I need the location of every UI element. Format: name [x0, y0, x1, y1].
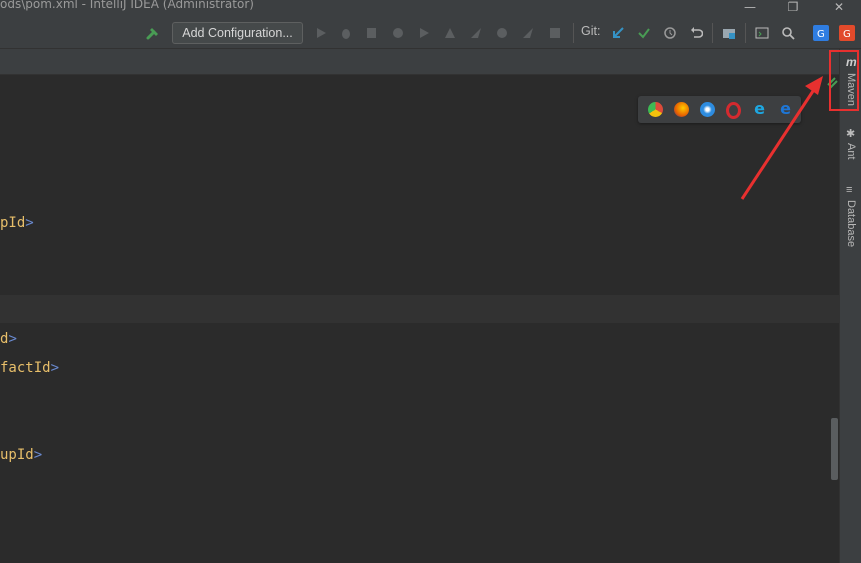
- highlight-box: [829, 50, 859, 111]
- annotation-arrow: [740, 76, 838, 200]
